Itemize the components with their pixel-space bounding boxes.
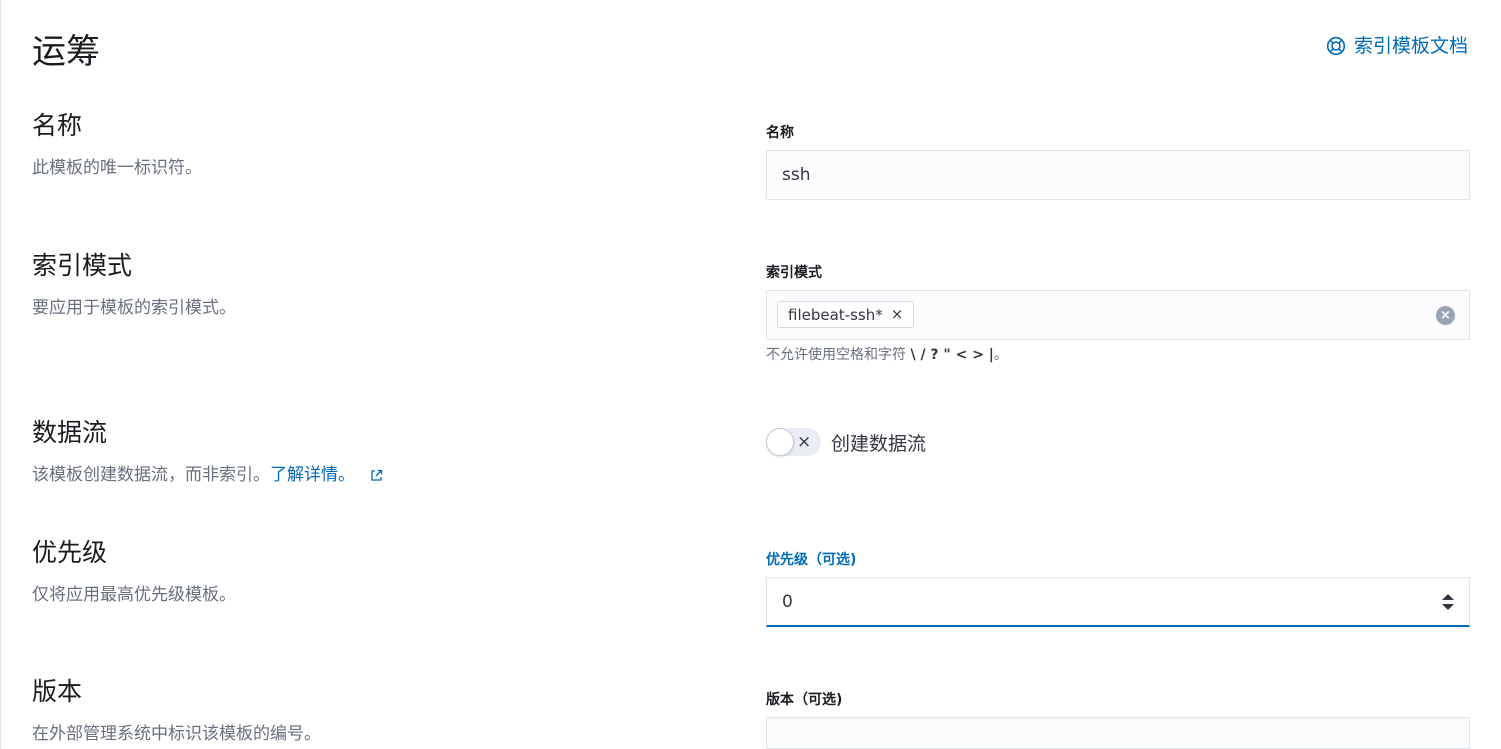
version-section-title: 版本 bbox=[32, 677, 83, 706]
number-stepper-icon[interactable] bbox=[1442, 594, 1454, 610]
data-stream-description-text: 该模板创建数据流，而非索引。 bbox=[32, 465, 270, 485]
external-link-icon bbox=[371, 469, 383, 481]
help-suffix: 。 bbox=[993, 347, 1008, 363]
switch-off-icon: × bbox=[797, 432, 812, 452]
stepper-up-icon[interactable] bbox=[1442, 594, 1454, 600]
doc-link-label[interactable]: 索引模板文档 bbox=[1354, 34, 1468, 58]
create-data-stream-label[interactable]: 创建数据流 bbox=[831, 429, 926, 456]
index-patterns-section-description: 要应用于模板的索引模式。 bbox=[32, 298, 236, 318]
remove-pill-icon[interactable]: × bbox=[891, 307, 904, 322]
lifebuoy-icon bbox=[1326, 36, 1346, 56]
priority-section-title: 优先级 bbox=[32, 538, 108, 567]
index-pattern-pill: filebeat-ssh* × bbox=[777, 301, 915, 328]
page-frame: 运筹 索引模板文档 名称 此模板的唯一标识符。 名称 ssh 索引模式 要应用于… bbox=[0, 0, 1501, 749]
name-section-title: 名称 bbox=[32, 111, 83, 140]
data-stream-section-description: 该模板创建数据流，而非索引。了解详情。 bbox=[32, 464, 383, 486]
priority-section-description: 仅将应用最高优先级模板。 bbox=[32, 585, 236, 605]
index-template-docs-link[interactable]: 索引模板文档 bbox=[1326, 34, 1468, 58]
create-data-stream-switch-row[interactable]: × 创建数据流 bbox=[766, 428, 926, 456]
version-field-label: 版本（可选) bbox=[766, 692, 843, 708]
data-stream-section-title: 数据流 bbox=[32, 418, 108, 447]
switch-knob bbox=[766, 428, 794, 456]
version-input[interactable] bbox=[766, 717, 1470, 749]
name-field-label: 名称 bbox=[766, 125, 794, 141]
index-patterns-help-text: 不允许使用空格和字符 \ / ? " < > |。 bbox=[766, 346, 1008, 364]
name-section-description: 此模板的唯一标识符。 bbox=[32, 158, 202, 178]
create-data-stream-switch[interactable]: × bbox=[766, 428, 821, 456]
name-input[interactable]: ssh bbox=[766, 150, 1470, 200]
version-section-description: 在外部管理系统中标识该模板的编号。 bbox=[32, 724, 321, 744]
index-pattern-pill-label: filebeat-ssh* bbox=[788, 305, 883, 324]
index-patterns-field-label: 索引模式 bbox=[766, 265, 822, 281]
index-patterns-combobox[interactable]: filebeat-ssh* × × bbox=[766, 290, 1470, 340]
clear-input-icon[interactable]: × bbox=[1436, 306, 1455, 325]
priority-value: 0 bbox=[782, 592, 793, 612]
priority-input[interactable]: 0 bbox=[766, 577, 1470, 627]
page-title: 运筹 bbox=[32, 32, 100, 72]
priority-field-label: 优先级（可选) bbox=[766, 552, 857, 568]
help-prefix: 不允许使用空格和字符 bbox=[766, 347, 906, 363]
help-forbidden-chars: \ / ? " < > | bbox=[910, 347, 994, 363]
learn-more-link[interactable]: 了解详情。 bbox=[270, 465, 355, 485]
stepper-down-icon[interactable] bbox=[1442, 604, 1454, 610]
index-patterns-section-title: 索引模式 bbox=[32, 251, 133, 280]
